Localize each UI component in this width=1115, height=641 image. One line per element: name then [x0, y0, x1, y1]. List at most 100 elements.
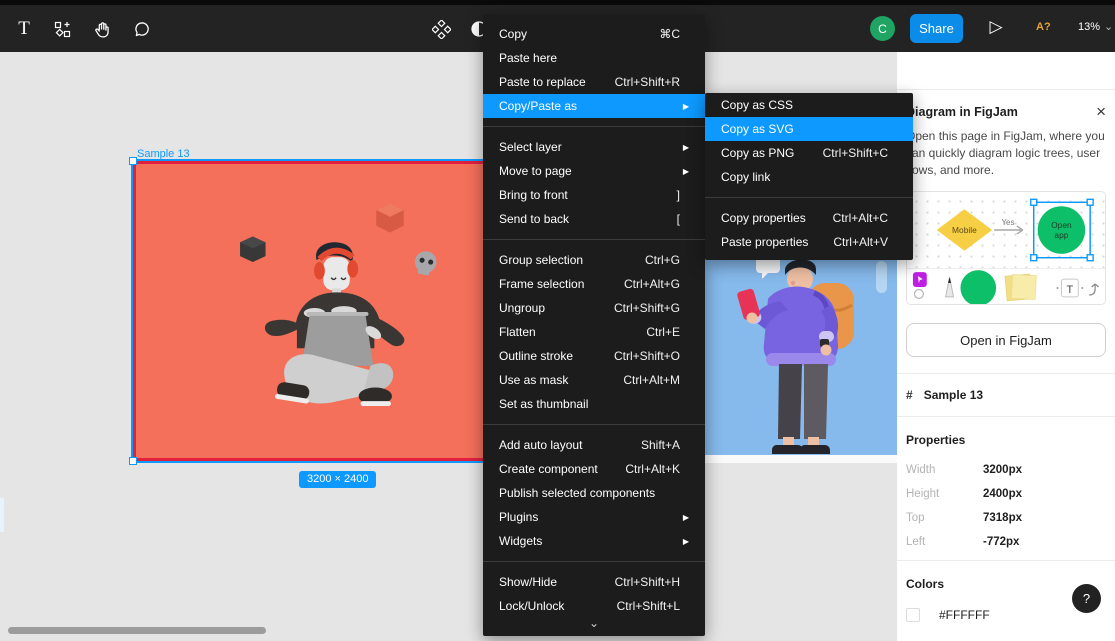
- menu-item-label: Ungroup: [499, 301, 545, 315]
- copy-paste-as-submenu: Copy as CSS Copy as SVG Copy as PNG Ctrl…: [705, 93, 913, 260]
- context-menu-items: Copy ⌘C Paste here Paste to replace Ctrl…: [483, 22, 705, 618]
- menu-item[interactable]: Paste here: [483, 46, 705, 70]
- text-tool-icon: T: [18, 18, 30, 40]
- menu-item[interactable]: Copy as CSS: [705, 93, 913, 117]
- figjam-banner-description: Open this page in FigJam, where you can …: [906, 128, 1106, 179]
- menu-item-label: Paste properties: [721, 235, 808, 249]
- text-tool-button[interactable]: T: [8, 13, 40, 45]
- menu-item-shortcut: Ctrl+G: [645, 253, 680, 267]
- close-icon[interactable]: ×: [1096, 106, 1106, 118]
- menu-item[interactable]: Lock/Unlock Ctrl+Shift+L: [483, 594, 705, 618]
- color-swatch[interactable]: [906, 608, 920, 622]
- menu-item-label: Copy as CSS: [721, 98, 793, 112]
- menu-item-label: Select layer: [499, 140, 562, 154]
- colors-list: #FFFFFF: [906, 608, 1106, 622]
- figjam-preview-diagram: Mobile Yes Open app: [907, 192, 1105, 268]
- menu-item[interactable]: Copy ⌘C: [483, 22, 705, 46]
- menu-item[interactable]: Flatten Ctrl+E: [483, 320, 705, 344]
- menu-item-shortcut: Ctrl+Alt+G: [624, 277, 680, 291]
- menu-item-shortcut: ]: [677, 188, 680, 202]
- menu-item-shortcut: Ctrl+Shift+G: [614, 301, 680, 315]
- menu-item[interactable]: Copy as PNG Ctrl+Shift+C: [705, 141, 913, 165]
- figjam-preview: Mobile Yes Open app: [906, 191, 1106, 305]
- properties-title: Properties: [906, 433, 1106, 447]
- menu-item-shortcut: Ctrl+Alt+C: [833, 211, 888, 225]
- menu-item: [705, 197, 913, 198]
- menu-item[interactable]: Select layer ▶: [483, 135, 705, 159]
- property-row: Top 7318px: [906, 512, 1106, 524]
- menu-item-label: Bring to front: [499, 188, 568, 202]
- frame-title-label[interactable]: Sample 13: [137, 148, 190, 160]
- zoom-menu[interactable]: 13% ⌄: [1078, 20, 1113, 33]
- open-in-figjam-button[interactable]: Open in FigJam: [906, 323, 1106, 357]
- menu-item-label: Copy link: [721, 170, 770, 184]
- menu-item[interactable]: Paste to replace Ctrl+Shift+R: [483, 70, 705, 94]
- submenu-arrow-icon: ▶: [683, 143, 689, 152]
- menu-item[interactable]: Set as thumbnail: [483, 392, 705, 416]
- menu-item[interactable]: Paste properties Ctrl+Alt+V: [705, 230, 913, 254]
- menu-item[interactable]: Move to page ▶: [483, 159, 705, 183]
- spellcheck-badge[interactable]: A?: [1036, 21, 1051, 33]
- menu-item[interactable]: Use as mask Ctrl+Alt+M: [483, 368, 705, 392]
- comment-tool-button[interactable]: [126, 13, 158, 45]
- chevron-down-icon: ⌄: [1104, 20, 1113, 33]
- menu-item-label: Copy as SVG: [721, 122, 794, 136]
- menu-item[interactable]: Copy link: [705, 165, 913, 189]
- menu-item-shortcut: Ctrl+E: [646, 325, 680, 339]
- selection-handle-top-left[interactable]: [129, 157, 137, 165]
- menu-item: [483, 126, 705, 127]
- menu-item[interactable]: Ungroup Ctrl+Shift+G: [483, 296, 705, 320]
- menu-scroll-chevron-icon[interactable]: ⌄: [483, 618, 705, 632]
- menu-item[interactable]: Outline stroke Ctrl+Shift+O: [483, 344, 705, 368]
- color-hex: #FFFFFF: [939, 608, 990, 622]
- property-value: 7318px: [983, 512, 1022, 524]
- color-row[interactable]: #FFFFFF: [906, 608, 1106, 622]
- menu-item[interactable]: Group selection Ctrl+G: [483, 248, 705, 272]
- menu-item-label: Set as thumbnail: [499, 397, 588, 411]
- selection-handle-bottom-left[interactable]: [129, 457, 137, 465]
- question-icon: ?: [1083, 591, 1090, 606]
- menu-item[interactable]: Copy as SVG: [705, 117, 913, 141]
- menu-item-shortcut: Ctrl+Shift+L: [617, 599, 680, 613]
- zoom-level: 13%: [1078, 21, 1100, 33]
- menu-item-shortcut: Ctrl+Alt+V: [833, 235, 888, 249]
- menu-item[interactable]: Create component Ctrl+Alt+K: [483, 457, 705, 481]
- menu-item-label: Outline stroke: [499, 349, 573, 363]
- help-button[interactable]: ?: [1072, 584, 1101, 613]
- menu-item[interactable]: Widgets ▶: [483, 529, 705, 553]
- menu-item[interactable]: Show/Hide Ctrl+Shift+H: [483, 570, 705, 594]
- figjam-widgets-button[interactable]: [425, 13, 457, 45]
- divider: [897, 560, 1115, 561]
- submenu-arrow-icon: ▶: [683, 102, 689, 111]
- menu-item[interactable]: Bring to front ]: [483, 183, 705, 207]
- property-row: Width 3200px: [906, 464, 1106, 476]
- selection-header[interactable]: # Sample 13: [897, 374, 1115, 416]
- horizontal-scrollbar[interactable]: [8, 627, 266, 634]
- menu-item[interactable]: Copy/Paste as ▶: [483, 94, 705, 118]
- resources-tool-button[interactable]: [46, 13, 78, 45]
- present-button[interactable]: ▷: [984, 17, 1008, 37]
- menu-item[interactable]: Plugins ▶: [483, 505, 705, 529]
- menu-item[interactable]: Add auto layout Shift+A: [483, 433, 705, 457]
- property-label: Left: [906, 536, 983, 548]
- menu-item: [483, 239, 705, 240]
- menu-item[interactable]: Publish selected components: [483, 481, 705, 505]
- menu-item[interactable]: Frame selection Ctrl+Alt+G: [483, 272, 705, 296]
- menu-item[interactable]: Copy properties Ctrl+Alt+C: [705, 206, 913, 230]
- menu-item-label: Use as mask: [499, 373, 568, 387]
- menu-item-label: Copy/Paste as: [499, 99, 577, 113]
- menu-item-label: Flatten: [499, 325, 536, 339]
- submenu-arrow-icon: ▶: [683, 167, 689, 176]
- property-row: Left -772px: [906, 536, 1106, 548]
- share-button[interactable]: Share: [910, 14, 963, 43]
- menu-item: [483, 424, 705, 425]
- menu-item-shortcut: Ctrl+Shift+H: [615, 575, 680, 589]
- menu-item-shortcut: Ctrl+Alt+M: [623, 373, 680, 387]
- avatar[interactable]: C: [870, 16, 895, 41]
- property-label: Top: [906, 512, 983, 524]
- hand-tool-button[interactable]: [86, 13, 118, 45]
- menu-item-label: Show/Hide: [499, 575, 557, 589]
- menu-item[interactable]: Send to back [: [483, 207, 705, 231]
- property-value: -772px: [983, 536, 1019, 548]
- play-icon: ▷: [989, 17, 1002, 36]
